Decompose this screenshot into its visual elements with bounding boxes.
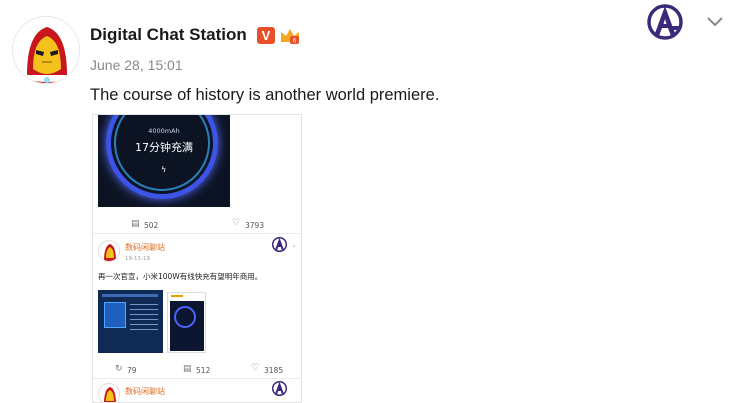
iron-man-avatar-icon bbox=[13, 17, 79, 83]
avengers-logo-small-icon bbox=[271, 380, 288, 397]
repost-thumbnail-1 bbox=[98, 290, 163, 353]
chevron-down-icon[interactable] bbox=[706, 14, 724, 28]
username[interactable]: Digital Chat Station bbox=[90, 25, 247, 45]
repost-author-avatar bbox=[98, 240, 120, 262]
divider bbox=[93, 233, 301, 234]
repost-author-name: 数码闲聊站 bbox=[125, 243, 165, 252]
next-author-avatar bbox=[98, 383, 120, 402]
post-timestamp[interactable]: June 28, 15:01 bbox=[90, 57, 183, 73]
avengers-logo-icon[interactable] bbox=[645, 2, 685, 42]
avatar[interactable] bbox=[12, 16, 80, 84]
level-crown-badge-icon: 6 bbox=[279, 26, 301, 46]
verified-badge: V bbox=[257, 27, 275, 44]
avengers-logo-small-icon bbox=[271, 236, 288, 253]
repost-time: 19-11-19 bbox=[125, 256, 150, 262]
repost-count: 79 bbox=[127, 366, 137, 375]
post-text: The course of history is another world p… bbox=[90, 86, 440, 104]
next-author-name: 数码闲聊站 bbox=[125, 387, 165, 396]
like-count: 3793 bbox=[245, 221, 265, 230]
comment-icon: ▤ bbox=[131, 219, 140, 229]
like-icon: ♡ bbox=[251, 363, 260, 373]
repost-like-count: 3185 bbox=[264, 366, 284, 375]
divider bbox=[93, 378, 301, 379]
bolt-icon: ϟ bbox=[161, 165, 167, 174]
comment-count: 502 bbox=[144, 221, 159, 230]
comment-icon: ▤ bbox=[183, 364, 192, 374]
repost-comment-count: 512 bbox=[196, 366, 211, 375]
promo-charge-text: 17分钟充满 bbox=[135, 141, 193, 154]
promo-capacity: 4000mAh bbox=[148, 127, 180, 135]
repost-thumbnail-2 bbox=[167, 292, 206, 353]
repost-icon: ↻ bbox=[115, 364, 123, 374]
charging-promo-image: 4000mAh 17分钟充满 ϟ bbox=[98, 115, 230, 207]
like-icon: ♡ bbox=[232, 218, 241, 228]
post-image[interactable]: 4000mAh 17分钟充满 ϟ ▤ 502 ♡ 3793 数码闲聊站 19-1… bbox=[92, 114, 302, 403]
chevron-down-small-icon: ⌄ bbox=[291, 241, 297, 249]
repost-text: 再一次官宣，小米100W有线快充有望明年商用。 bbox=[98, 272, 263, 281]
